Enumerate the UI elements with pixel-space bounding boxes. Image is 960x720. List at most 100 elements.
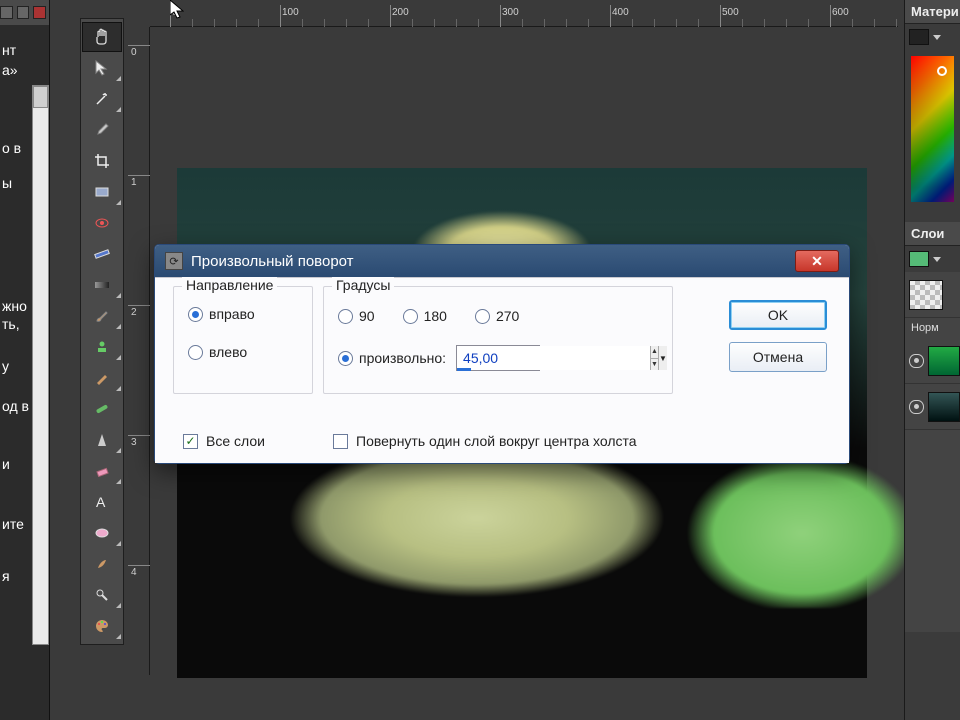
dialog-close-button[interactable]: ✕ xyxy=(795,250,839,272)
tool-perspective[interactable] xyxy=(82,177,122,207)
panel-text: а» xyxy=(2,62,18,78)
visibility-eye-icon[interactable] xyxy=(909,354,924,368)
ruler-tick-label: 0 xyxy=(131,47,137,58)
degrees-input-spinner[interactable]: ▲ ▼ ▼ xyxy=(456,345,540,371)
color-picker-indicator[interactable] xyxy=(937,66,947,76)
flyout-indicator-icon xyxy=(116,536,121,546)
spinner-down-icon[interactable]: ▼ xyxy=(651,359,658,371)
flyout-indicator-icon xyxy=(116,598,121,608)
hand-icon xyxy=(93,28,111,46)
tool-text[interactable]: A xyxy=(82,487,122,517)
heal-icon xyxy=(93,400,111,418)
layers-icon xyxy=(909,251,929,267)
radio-direction-right[interactable]: вправо xyxy=(188,299,298,329)
tool-smudge[interactable] xyxy=(82,549,122,579)
visibility-eye-icon[interactable] xyxy=(909,400,924,414)
spinner-dropdown-icon[interactable]: ▼ xyxy=(658,346,667,370)
panel-text: ите xyxy=(2,516,24,532)
left-panel-scrollbar[interactable] xyxy=(32,85,49,645)
text-icon: A xyxy=(93,493,111,511)
layers-options-dropdown[interactable] xyxy=(905,246,960,272)
ruler-tick-label: 4 xyxy=(131,567,137,578)
crop-icon xyxy=(93,152,111,170)
direction-group: Направление вправо влево xyxy=(173,286,313,394)
stamp-icon xyxy=(93,338,111,356)
brush-icon xyxy=(93,307,111,325)
tool-pointer[interactable] xyxy=(82,53,122,83)
maximize-icon[interactable] xyxy=(17,6,30,19)
radio-icon xyxy=(338,351,353,366)
radio-degrees-90[interactable]: 90 xyxy=(338,301,375,331)
dialog-app-icon: ⟳ xyxy=(165,252,183,270)
eraser-icon xyxy=(93,462,111,480)
degrees-group: Градусы 90 180 270 произвольно: xyxy=(323,286,673,394)
panel-text: ы xyxy=(2,175,12,191)
degrees-input[interactable] xyxy=(457,346,650,370)
tool-hand[interactable] xyxy=(82,22,122,52)
panel-text: и xyxy=(2,456,10,472)
tool-crop[interactable] xyxy=(82,146,122,176)
tool-sharpen[interactable] xyxy=(82,425,122,455)
pointer-icon xyxy=(93,59,111,77)
radio-label: 90 xyxy=(359,308,375,324)
tool-gradient[interactable] xyxy=(82,270,122,300)
layer-thumbnail xyxy=(909,280,943,310)
materials-swatch-dropdown[interactable] xyxy=(905,24,960,50)
tool-heal[interactable] xyxy=(82,394,122,424)
layers-list: Норм xyxy=(905,272,960,632)
cancel-button[interactable]: Отмена xyxy=(729,342,827,372)
radio-degrees-180[interactable]: 180 xyxy=(403,301,447,331)
flyout-indicator-icon xyxy=(116,350,121,360)
layer-row[interactable] xyxy=(905,272,960,318)
tool-dodge[interactable] xyxy=(82,580,122,610)
clone-icon xyxy=(93,369,111,387)
checkbox-all-layers[interactable]: Все слои xyxy=(183,433,265,449)
radio-label: влево xyxy=(209,344,247,360)
ruler-tick-label: 0 xyxy=(172,7,178,18)
ruler-tick-label: 1 xyxy=(131,177,137,188)
tool-magic-wand[interactable] xyxy=(82,84,122,114)
close-icon[interactable] xyxy=(33,6,46,19)
checkbox-label: Все слои xyxy=(206,433,265,449)
tool-eraser[interactable] xyxy=(82,456,122,486)
checkbox-rotate-around-center[interactable]: Повернуть один слой вокруг центра холста xyxy=(333,433,637,449)
image-flower-petals xyxy=(217,458,737,658)
tool-clone[interactable] xyxy=(82,363,122,393)
blend-mode-label[interactable]: Норм xyxy=(905,318,960,338)
radio-direction-left[interactable]: влево xyxy=(188,337,298,367)
tool-stamp[interactable] xyxy=(82,332,122,362)
tool-straighten[interactable] xyxy=(82,239,122,269)
ruler-horizontal: 0100200300400500600 xyxy=(150,5,898,27)
layers-panel-title: Слои xyxy=(905,222,960,246)
ruler-tick-label: 200 xyxy=(392,7,409,18)
tool-redeye[interactable] xyxy=(82,208,122,238)
tool-dropper[interactable] xyxy=(82,115,122,145)
radio-degrees-custom[interactable]: произвольно: xyxy=(338,343,446,373)
dialog-titlebar[interactable]: ⟳ Произвольный поворот ✕ xyxy=(155,245,849,277)
ruler-tick-label: 3 xyxy=(131,437,137,448)
radio-label: 270 xyxy=(496,308,519,324)
straighten-icon xyxy=(93,245,111,263)
panel-text: нт xyxy=(2,42,16,58)
tool-palette[interactable] xyxy=(82,611,122,641)
scrollbar-thumb[interactable] xyxy=(33,86,48,108)
layer-thumbnail xyxy=(928,392,960,422)
color-picker[interactable] xyxy=(911,56,954,202)
layer-row[interactable] xyxy=(905,338,960,384)
radio-degrees-270[interactable]: 270 xyxy=(475,301,519,331)
tool-oval[interactable] xyxy=(82,518,122,548)
dialog-body: Направление вправо влево Градусы 90 180 xyxy=(155,277,849,463)
flyout-indicator-icon xyxy=(116,71,121,81)
spinner-up-icon[interactable]: ▲ xyxy=(651,346,658,359)
radio-icon xyxy=(188,307,203,322)
layer-row[interactable] xyxy=(905,384,960,430)
minimize-icon[interactable] xyxy=(0,6,13,19)
flyout-indicator-icon xyxy=(116,443,121,453)
image-leaf xyxy=(687,458,917,608)
dialog-title: Произвольный поворот xyxy=(191,253,354,270)
ok-button[interactable]: OK xyxy=(729,300,827,330)
tool-brush[interactable] xyxy=(82,301,122,331)
perspective-icon xyxy=(93,183,111,201)
redeye-icon xyxy=(93,214,111,232)
sharpen-icon xyxy=(93,431,111,449)
